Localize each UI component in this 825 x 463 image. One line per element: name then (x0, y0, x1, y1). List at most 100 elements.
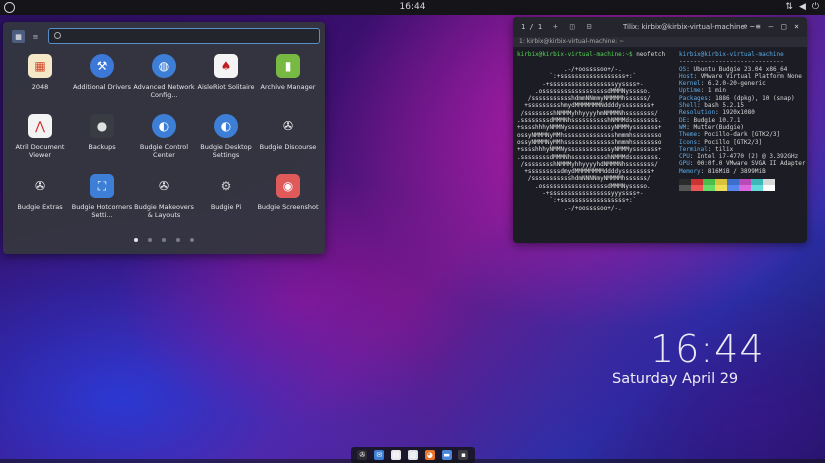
color-swatch (703, 185, 715, 192)
list-view-icon[interactable]: ≡ (29, 30, 42, 43)
app-launcher-item[interactable]: ⚒ Additional Drivers (71, 52, 133, 112)
info-key: Kernel (679, 80, 701, 88)
app-launcher-item[interactable]: ✇ Budgie Discourse (257, 112, 319, 172)
budgie-logo-icon: ✇ (34, 179, 46, 193)
network-icon[interactable]: ⇅ (785, 2, 793, 12)
app-launcher-item[interactable]: ◐ Budgie Desktop Settings (195, 112, 257, 172)
page-dot[interactable] (162, 238, 166, 242)
app-launcher-item[interactable]: ♠ AisleRiot Solitaire (195, 52, 257, 112)
page-dot[interactable] (190, 238, 194, 242)
color-swatch (739, 185, 751, 192)
app-launcher-item[interactable]: ◐ Budgie Control Center (133, 112, 195, 172)
app-search-input[interactable] (48, 28, 320, 44)
info-value: 1886 (dpkg), 10 (snap) (715, 94, 795, 102)
page-dot[interactable] (148, 238, 152, 242)
folder-icon[interactable]: ▬ (441, 450, 452, 460)
info-key: Icons (679, 138, 698, 146)
maximize-icon[interactable]: □ (781, 22, 786, 31)
budgie-menu-icon[interactable]: ✇ (357, 450, 368, 460)
color-swatch (763, 185, 775, 192)
tab-count[interactable]: 1 / 1 (521, 23, 542, 31)
mail-icon[interactable]: ✉ (374, 450, 385, 460)
app-launcher-item[interactable]: ⛶ Budgie Hotcorners Setti... (71, 172, 133, 232)
info-key: Memory (679, 167, 701, 175)
info-line: Theme: Pocillo-dark [GTK2/3] (679, 131, 805, 138)
panel-clock[interactable]: 16:44 (0, 2, 825, 12)
page-dot[interactable] (134, 238, 138, 242)
user-host: kirbix@kirbix-virtual-machine (679, 51, 784, 58)
minimize-icon[interactable]: – (769, 22, 774, 31)
app-label: Budgie Discourse (259, 143, 317, 151)
app-launcher-item[interactable]: ⋀ Atril Document Viewer (9, 112, 71, 172)
info-value: 816MiB / 3899MiB (707, 167, 766, 175)
info-line: Shell: bash 5.2.15 (679, 102, 805, 109)
page-indicator (3, 238, 325, 242)
archive-zip-icon: ▮ (276, 54, 300, 78)
neofetch-ascii-logo: .-/+oossssoo+/-. `:+ssssssssssssssssss+:… (517, 66, 662, 212)
volume-icon[interactable]: ◀ (799, 2, 806, 12)
close-icon[interactable]: × (794, 22, 799, 31)
info-line: Host: VMware Virtual Platform None (679, 73, 805, 80)
info-line: DE: Budgie 10.7.1 (679, 117, 805, 124)
files-icon[interactable]: ▤ (391, 450, 402, 460)
info-line: GPU: 00:0f.0 VMware SVGA II Adapter (679, 160, 805, 167)
power-icon[interactable]: ⏻ (812, 2, 819, 12)
info-value: Intel i7-4770 (2) @ 3.392GHz (697, 153, 799, 161)
info-colon: : (700, 87, 708, 95)
terminal-window[interactable]: 1 / 1 + ◫ ⊟ Tilix: kirbix@kirbix-virtual… (513, 17, 807, 243)
terminal-output[interactable]: kirbix@kirbix-virtual-machine:~$ neofetc… (513, 47, 807, 243)
app-launcher-item[interactable]: ◍ Advanced Network Config... (133, 52, 195, 112)
firefox-icon[interactable]: ◕ (424, 450, 435, 460)
info-line: Uptime: 1 min (679, 87, 805, 94)
app-launcher-item[interactable]: ▮ Archive Manager (257, 52, 319, 112)
menu-icon[interactable]: ≡ (756, 22, 761, 31)
app-launcher-item[interactable]: ● Backups (71, 112, 133, 172)
info-key: Host (679, 72, 694, 80)
info-line: WM: Mutter(Budgie) (679, 124, 805, 131)
info-value: Mutter(Budgie) (693, 123, 745, 131)
app-launcher-item[interactable]: ▦ 2048 (9, 52, 71, 112)
info-line: CPU: Intel i7-4770 (2) @ 3.392GHz (679, 153, 805, 160)
app-grid: ▦ 2048 ⚒ Additional Drivers ◍ Advanced Networ… (9, 52, 321, 232)
split-right-icon[interactable]: ◫ (570, 22, 575, 31)
terminal-titlebar[interactable]: 1 / 1 + ◫ ⊟ Tilix: kirbix@kirbix-virtual… (513, 17, 807, 37)
camera-icon: ◉ (276, 174, 300, 198)
budgie-logo-icon: ✇ (158, 179, 170, 193)
info-value: Ubuntu Budgie 23.04 x86_64 (693, 65, 788, 73)
app-label: Archive Manager (260, 83, 316, 91)
color-swatch (679, 185, 691, 192)
app-label: Budgie Screenshot (257, 203, 319, 211)
info-line: OS: Ubuntu Budgie 23.04 x86_64 (679, 66, 805, 73)
info-line: Memory: 816MiB / 3899MiB (679, 168, 805, 175)
app-label: AisleRiot Solitaire (197, 83, 255, 91)
info-key: GPU (679, 160, 690, 168)
desktop-time: 16:44 (650, 327, 765, 371)
document-icon[interactable]: ▥ (407, 450, 418, 460)
info-line: Packages: 1886 (dpkg), 10 (snap) (679, 95, 805, 102)
split-down-icon[interactable]: ⊟ (587, 22, 592, 31)
search-icon[interactable]: ⌕ (743, 22, 748, 31)
app-launcher-item[interactable]: ✇ Budgie Extras (9, 172, 71, 232)
app-label: Budgie Hotcorners Setti... (71, 203, 133, 219)
app-label: Backups (88, 143, 116, 151)
app-launcher-item[interactable]: ⚙ Budgie Pi (195, 172, 257, 232)
2048-tile-icon: ▦ (28, 54, 52, 78)
desktop-clock-widget: 16:44 Saturday April 29 (612, 327, 792, 387)
add-terminal-icon[interactable]: + (553, 22, 558, 31)
corners-frame-icon: ⛶ (90, 174, 114, 198)
app-label: Budgie Desktop Settings (200, 143, 252, 159)
app-launcher-item[interactable]: ◉ Budgie Screenshot (257, 172, 319, 232)
info-colon: : (689, 160, 698, 168)
info-key: Uptime (679, 87, 701, 95)
search-icon (54, 32, 61, 39)
color-swatch (727, 185, 739, 192)
window-title: Tilix: kirbix@kirbix-virtual-machine: ~ (623, 23, 756, 31)
dock: ✇ ✉ ▤ ▥ ◕ ▬ ▪ (351, 447, 475, 463)
toggle-switch-icon: ◐ (214, 114, 238, 138)
grid-view-icon[interactable]: ▦ (12, 30, 25, 43)
info-value: VMware Virtual Platform None (700, 72, 802, 80)
info-key: Shell (679, 102, 698, 110)
terminal-icon[interactable]: ▪ (458, 450, 469, 460)
page-dot[interactable] (176, 238, 180, 242)
app-launcher-item[interactable]: ✇ Budgie Makeovers & Layouts (133, 172, 195, 232)
